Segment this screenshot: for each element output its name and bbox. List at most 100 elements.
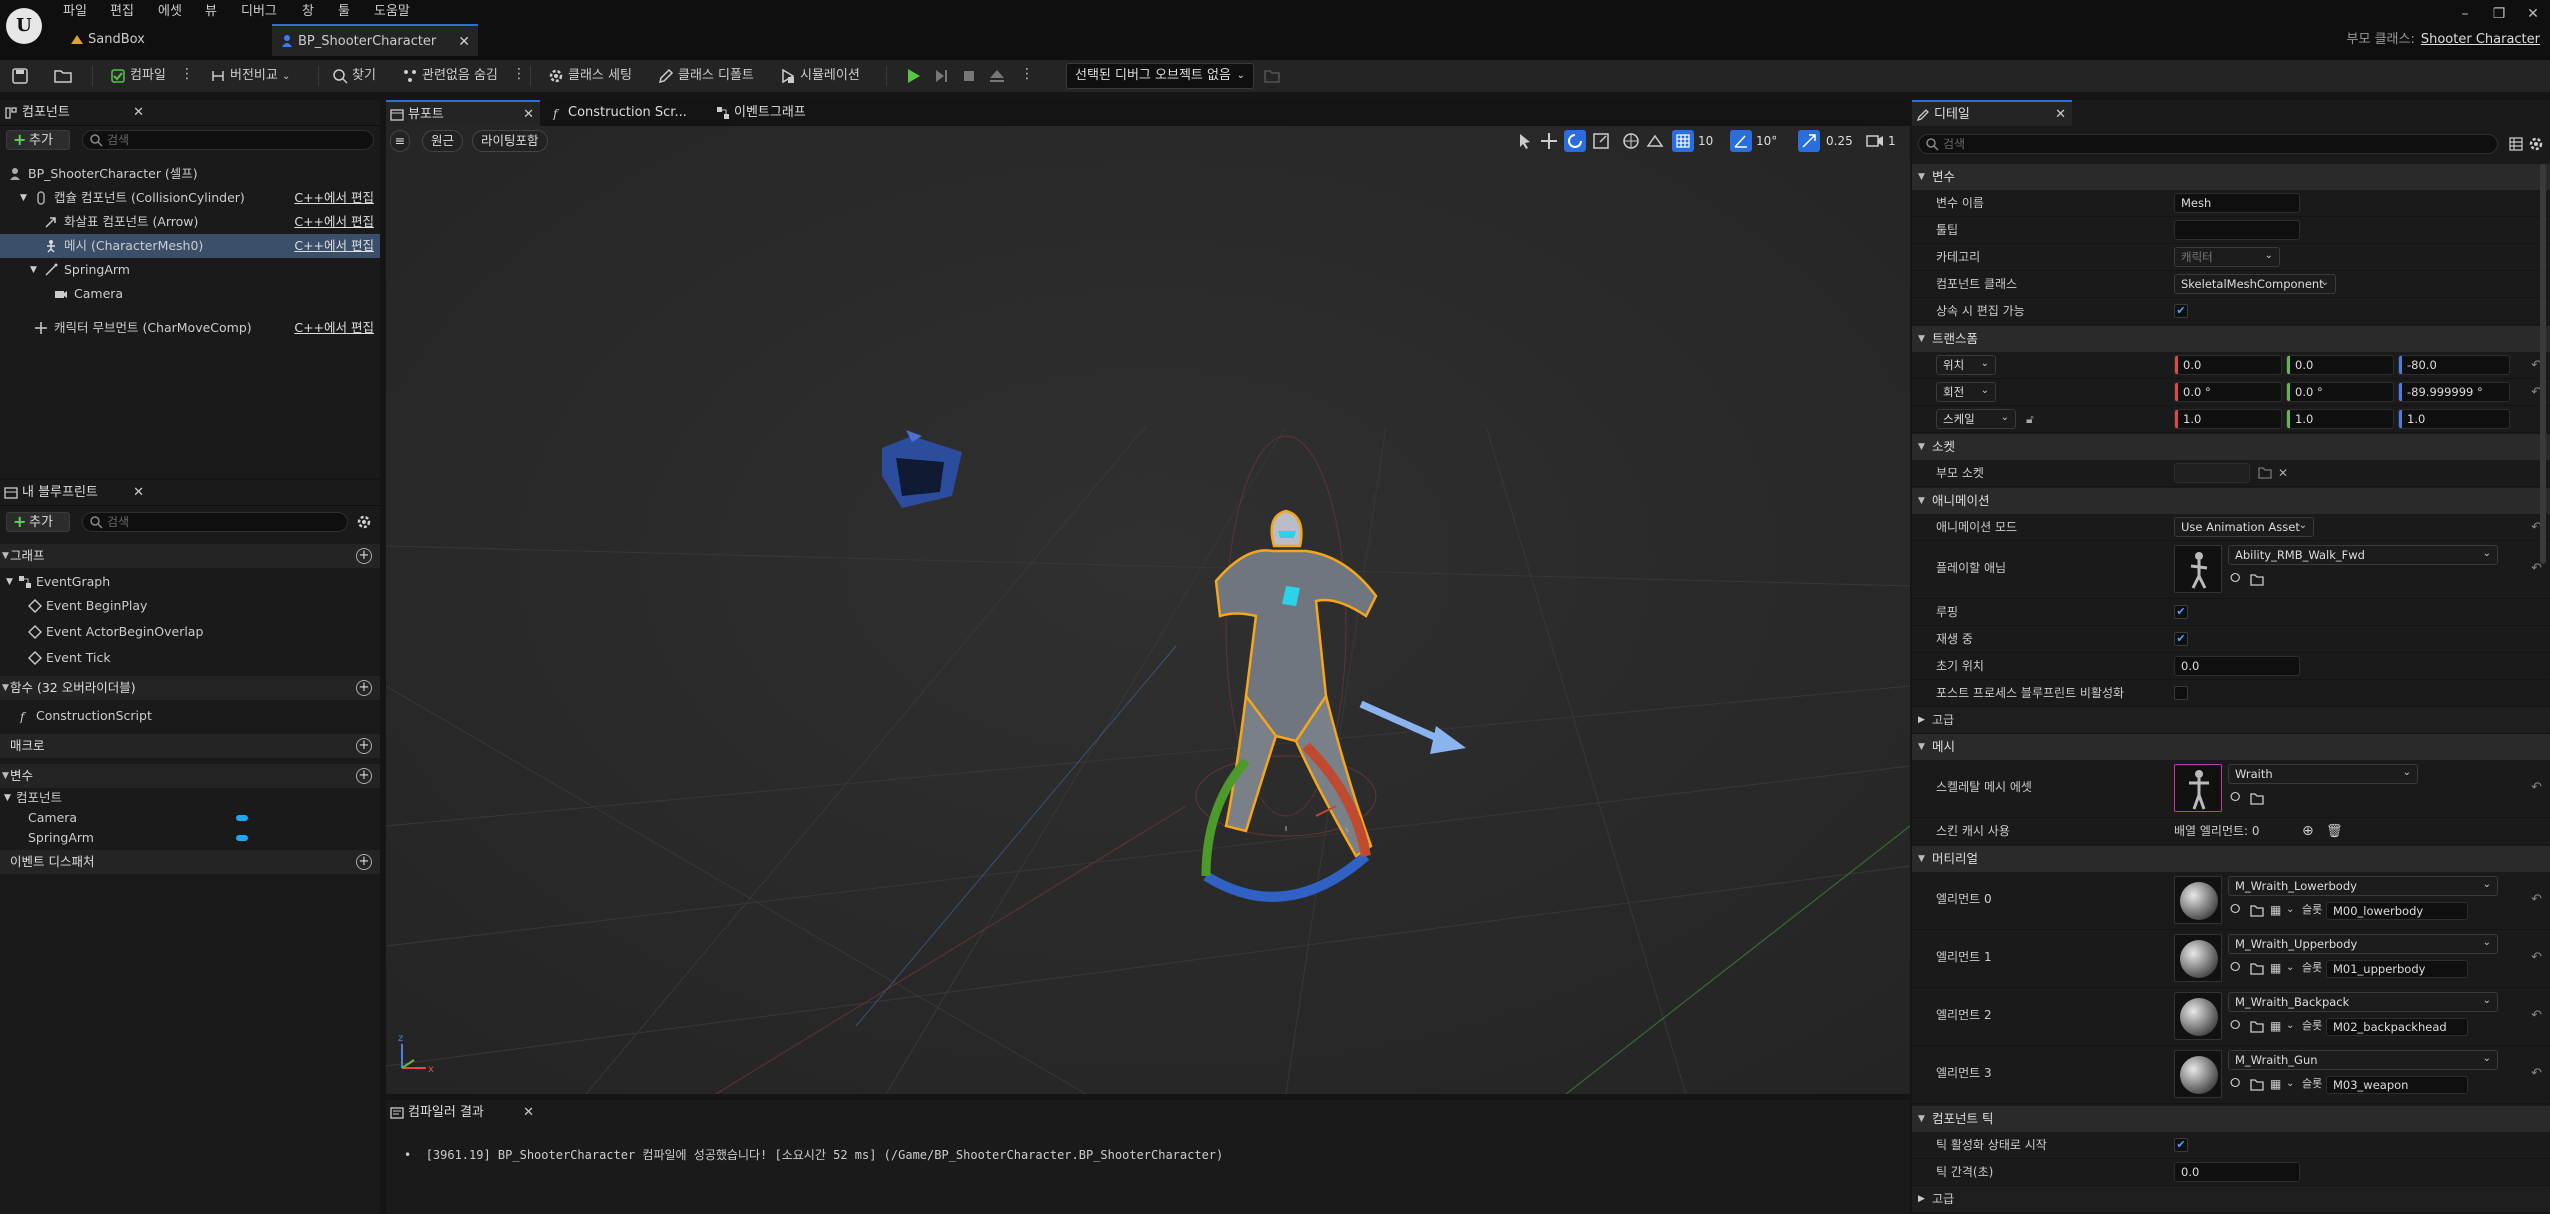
eject-icon[interactable] <box>986 65 1008 87</box>
components-tab[interactable]: 컴포넌트 ✕ <box>0 100 150 126</box>
details-tab[interactable]: 디테일 ✕ <box>1912 100 2072 126</box>
rotation-snap-button[interactable] <box>1730 130 1752 152</box>
scale-snap-value[interactable]: 0.25 <box>1826 131 1853 151</box>
slot-name-field[interactable]: M00_lowerbody <box>2326 902 2468 920</box>
tree-row-charmove[interactable]: 캐릭터 무브먼트 (CharMoveComp) C++에서 편집 <box>0 316 380 340</box>
tooltip-field[interactable] <box>2174 220 2300 240</box>
add-variable-icon[interactable]: + <box>356 768 372 784</box>
tick-interval-field[interactable]: 0.0 <box>2174 1162 2300 1182</box>
rotation-x-field[interactable]: 0.0 ° <box>2174 382 2282 402</box>
use-selected-icon[interactable]: ⭘ <box>2230 788 2240 808</box>
material-combo[interactable]: M_Wraith_Backpack ⌄ <box>2228 992 2498 1012</box>
initial-position-field[interactable]: 0.0 <box>2174 656 2300 676</box>
chevron-down-icon[interactable]: ⌄ <box>2286 1016 2294 1036</box>
doc-tab-sandbox[interactable]: SandBox <box>62 24 262 56</box>
scale-z-field[interactable]: 1.0 <box>2398 409 2510 429</box>
location-y-field[interactable]: 0.0 <box>2286 355 2394 375</box>
compile-options-icon[interactable]: ⋮ <box>180 66 194 82</box>
tab-viewport[interactable]: 뷰포트 ✕ <box>386 100 540 126</box>
add-graph-icon[interactable]: + <box>356 548 372 564</box>
scale-tool-icon[interactable] <box>1592 132 1610 150</box>
location-z-field[interactable]: -80.0 <box>2398 355 2510 375</box>
playing-checkbox[interactable]: ✔ <box>2174 632 2188 646</box>
anim-to-play-combo[interactable]: Ability_RMB_Walk_Fwd ⌄ <box>2228 545 2498 565</box>
close-icon[interactable]: ✕ <box>523 102 534 128</box>
animation-mode-combo[interactable]: Use Animation Asset ⌄ <box>2174 517 2314 537</box>
chevron-down-icon[interactable]: ⌄ <box>2286 900 2294 920</box>
menu-view[interactable]: 뷰 <box>205 2 217 22</box>
menu-asset[interactable]: 에셋 <box>158 2 182 22</box>
material-thumbnail[interactable] <box>2174 1050 2222 1098</box>
material-thumbnail[interactable] <box>2174 876 2222 924</box>
menu-tools[interactable]: 툴 <box>338 2 350 22</box>
camera-speed-icon[interactable] <box>1866 133 1884 149</box>
minimize-icon[interactable]: – <box>2450 4 2480 24</box>
menu-help[interactable]: 도움말 <box>374 2 410 22</box>
compile-button[interactable]: 컴파일 <box>110 64 166 88</box>
viewport-menu-icon[interactable]: ≡ <box>390 130 410 152</box>
class-defaults-button[interactable]: 클래스 디폴트 <box>658 64 754 88</box>
close-icon[interactable]: ✕ <box>523 1100 534 1126</box>
section-variable[interactable]: ▼ 변수 <box>1912 164 2550 190</box>
checker-icon[interactable]: ▦ <box>2270 900 2281 920</box>
section-animation[interactable]: ▼ 애니메이션 <box>1912 488 2550 514</box>
tree-row-mesh[interactable]: 메시 (CharacterMesh0) C++에서 편집 <box>0 234 380 258</box>
camera-speed-value[interactable]: 1 <box>1888 131 1896 151</box>
tree-row-capsule[interactable]: ▼ 캡슐 컴포넌트 (CollisionCylinder) C++에서 편집 <box>0 186 380 210</box>
coordinate-space-icon[interactable] <box>1622 132 1640 150</box>
menu-file[interactable]: 파일 <box>63 2 87 22</box>
event-graph-row[interactable]: ▼ EventGraph <box>0 572 380 592</box>
browse-icon[interactable] <box>2258 466 2272 480</box>
variables-section[interactable]: ▼ 변수 + <box>0 764 380 788</box>
material-thumbnail[interactable] <box>2174 934 2222 982</box>
rotation-z-field[interactable]: -89.999999 ° <box>2398 382 2510 402</box>
checker-icon[interactable]: ▦ <box>2270 1074 2281 1094</box>
hide-unrelated-button[interactable]: 관련없음 숨김 <box>402 64 498 88</box>
use-selected-icon[interactable]: ⭘ <box>2230 1074 2240 1094</box>
slot-name-field[interactable]: M02_backpackhead <box>2326 1018 2468 1036</box>
lit-button[interactable]: 라이팅포함 <box>472 130 548 152</box>
maximize-icon[interactable]: ❐ <box>2484 4 2514 24</box>
rotation-y-field[interactable]: 0.0 ° <box>2286 382 2394 402</box>
unreal-logo-icon[interactable]: U <box>6 8 42 44</box>
compiler-results-tab[interactable]: 컴파일러 결과 ✕ <box>386 1100 540 1126</box>
components-group-row[interactable]: ▼ 컴포넌트 <box>0 788 380 808</box>
browse-icon[interactable] <box>54 68 72 84</box>
expand-caret-icon[interactable]: ▼ <box>6 572 13 592</box>
event-row[interactable]: Event BeginPlay <box>0 596 380 616</box>
find-button[interactable]: 찾기 <box>332 64 376 88</box>
section-transform[interactable]: ▼ 트랜스폼 <box>1912 326 2550 352</box>
browse-icon[interactable] <box>2250 1020 2264 1034</box>
macros-section[interactable]: 매크로 + <box>0 734 380 758</box>
reset-arrow-icon[interactable]: ↶ <box>2531 1060 2542 1087</box>
details-search-input[interactable]: 검색 <box>1918 134 2498 154</box>
property-matrix-icon[interactable] <box>2508 136 2524 152</box>
clear-icon[interactable]: ✕ <box>2278 460 2288 487</box>
grid-snap-button[interactable] <box>1672 130 1694 152</box>
scale-snap-button[interactable] <box>1798 130 1820 152</box>
hide-options-icon[interactable]: ⋮ <box>512 66 526 82</box>
anim-thumbnail[interactable] <box>2174 545 2222 593</box>
tree-row-arrow[interactable]: 화살표 컴포넌트 (Arrow) C++에서 편집 <box>0 210 380 234</box>
gear-icon[interactable] <box>2528 136 2544 152</box>
slot-name-field[interactable]: M03_weapon <box>2326 1076 2468 1094</box>
edit-in-cpp-link[interactable]: C++에서 편집 <box>294 210 374 234</box>
rotate-tool-button[interactable] <box>1564 130 1586 152</box>
add-function-icon[interactable]: + <box>356 680 372 696</box>
close-icon[interactable]: ✕ <box>458 26 470 58</box>
play-options-icon[interactable]: ⋮ <box>1020 66 1034 82</box>
rotation-mode-combo[interactable]: 회전 ⌄ <box>1936 382 1996 402</box>
browse-icon[interactable] <box>2250 573 2264 587</box>
reset-arrow-icon[interactable]: ↶ <box>2531 886 2542 913</box>
mesh-thumbnail[interactable] <box>2174 764 2222 812</box>
section-sockets[interactable]: ▼ 소켓 <box>1912 434 2550 460</box>
close-icon[interactable]: ✕ <box>2055 102 2066 128</box>
viewport[interactable]: x z ≡ 원근 라이팅포함 10 10° 0.25 1 <box>386 126 1910 1094</box>
components-search-input[interactable]: 검색 <box>82 130 374 150</box>
checker-icon[interactable]: ▦ <box>2270 958 2281 978</box>
translate-tool-icon[interactable] <box>1540 132 1558 150</box>
my-blueprint-search-input[interactable]: 검색 <box>82 512 348 532</box>
reset-arrow-icon[interactable]: ↶ <box>2531 774 2542 801</box>
variable-row[interactable]: SpringArm <box>0 828 380 848</box>
material-combo[interactable]: M_Wraith_Lowerbody ⌄ <box>2228 876 2498 896</box>
